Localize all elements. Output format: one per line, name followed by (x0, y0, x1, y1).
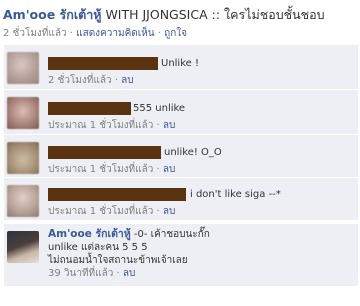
comment-link[interactable]: แสดงความคิดเห็น (76, 28, 154, 39)
reply-timestamp: 39 วินาทีที่แล้ว (48, 268, 114, 279)
post-meta: 2 ชั่วโมงที่แล้ว · แสดงความคิดเห็น · ถูก… (3, 26, 358, 41)
delete-link[interactable]: ลบ (163, 120, 175, 131)
separator: · (157, 28, 161, 39)
delete-link[interactable]: ลบ (163, 164, 175, 175)
comment-text: 555 unlike (133, 103, 186, 114)
separator: · (156, 120, 160, 131)
comment-meta: ประมาณ 1 ชั่วโมงที่แล้ว · ลบ (48, 204, 175, 219)
separator: · (156, 206, 160, 217)
reply-text-line: ไม่ถนอมน้ำใจสถานะข้าพเจ้าเลย (48, 255, 188, 266)
reply-author-link[interactable]: Am'ooe รักเต้าหู้ (48, 228, 131, 240)
comment-timestamp: ประมาณ 1 ชั่วโมงที่แล้ว (48, 206, 154, 217)
redacted-name (48, 146, 161, 159)
comment-meta: ประมาณ 1 ชั่วโมงที่แล้ว · ลบ (48, 162, 175, 177)
redacted-name (48, 188, 186, 201)
comment-item: unlike! O_O ประมาณ 1 ชั่วโมงที่แล้ว · ลบ (4, 135, 358, 178)
delete-link[interactable]: ลบ (163, 206, 175, 217)
comment-timestamp: ประมาณ 1 ชั่วโมงที่แล้ว (48, 164, 154, 175)
comment-meta: 2 ชั่วโมงที่แล้ว · ลบ (48, 73, 134, 88)
post-timestamp: 2 ชั่วโมงที่แล้ว (3, 28, 67, 39)
reply-item: Am'ooe รักเต้าหู้ -0- เค้าชอบนะกั๊ก unli… (4, 224, 358, 287)
reply-first-line: Am'ooe รักเต้าหู้ -0- เค้าชอบนะกั๊ก (48, 228, 348, 241)
delete-link[interactable]: ลบ (123, 268, 135, 279)
avatar[interactable] (7, 52, 39, 84)
comment-item: i don't like siga --* ประมาณ 1 ชั่วโมงที… (4, 178, 358, 221)
separator: · (69, 28, 73, 39)
avatar[interactable] (7, 231, 39, 263)
post-title-row: Am'ooe รักเต้าหู้ WITH JJONGSICA :: ใครไ… (3, 6, 358, 23)
comment-text: i don't like siga --* (190, 189, 281, 200)
comment-timestamp: 2 ชั่วโมงที่แล้ว (48, 75, 112, 86)
comment-timestamp: ประมาณ 1 ชั่วโมงที่แล้ว (48, 120, 154, 131)
comment-text: Unlike ! (161, 58, 199, 69)
redacted-name (48, 102, 131, 115)
post-text: WITH JJONGSICA :: ใครไม่ชอบชั้นชอบ (101, 7, 325, 22)
avatar[interactable] (7, 185, 39, 217)
reply-meta: 39 วินาทีที่แล้ว · ลบ (48, 267, 348, 280)
comment-item: Unlike ! 2 ชั่วโมงที่แล้ว · ลบ (4, 45, 358, 90)
comment-text: unlike! O_O (164, 147, 222, 158)
post-header: Am'ooe รักเต้าหู้ WITH JJONGSICA :: ใครไ… (3, 6, 358, 41)
reply-body: Am'ooe รักเต้าหู้ -0- เค้าชอบนะกั๊ก unli… (48, 228, 348, 280)
separator: · (156, 164, 160, 175)
comment-item: 555 unlike ประมาณ 1 ชั่วโมงที่แล้ว · ลบ (4, 90, 358, 135)
comment-meta: ประมาณ 1 ชั่วโมงที่แล้ว · ลบ (48, 118, 175, 133)
comment-list: Unlike ! 2 ชั่วโมงที่แล้ว · ลบ 555 unlik… (4, 45, 358, 287)
post-author-link[interactable]: Am'ooe รักเต้าหู้ (3, 7, 101, 22)
like-link[interactable]: ถูกใจ (164, 28, 187, 39)
avatar[interactable] (7, 97, 39, 129)
separator: · (114, 75, 118, 86)
redacted-name (48, 57, 158, 70)
reply-text: -0- เค้าชอบนะกั๊ก (130, 229, 210, 240)
separator: · (116, 268, 120, 279)
delete-link[interactable]: ลบ (121, 75, 133, 86)
avatar[interactable] (7, 142, 39, 174)
reply-text-line: unlike แต่ละคน 5 5 5 (48, 242, 148, 253)
